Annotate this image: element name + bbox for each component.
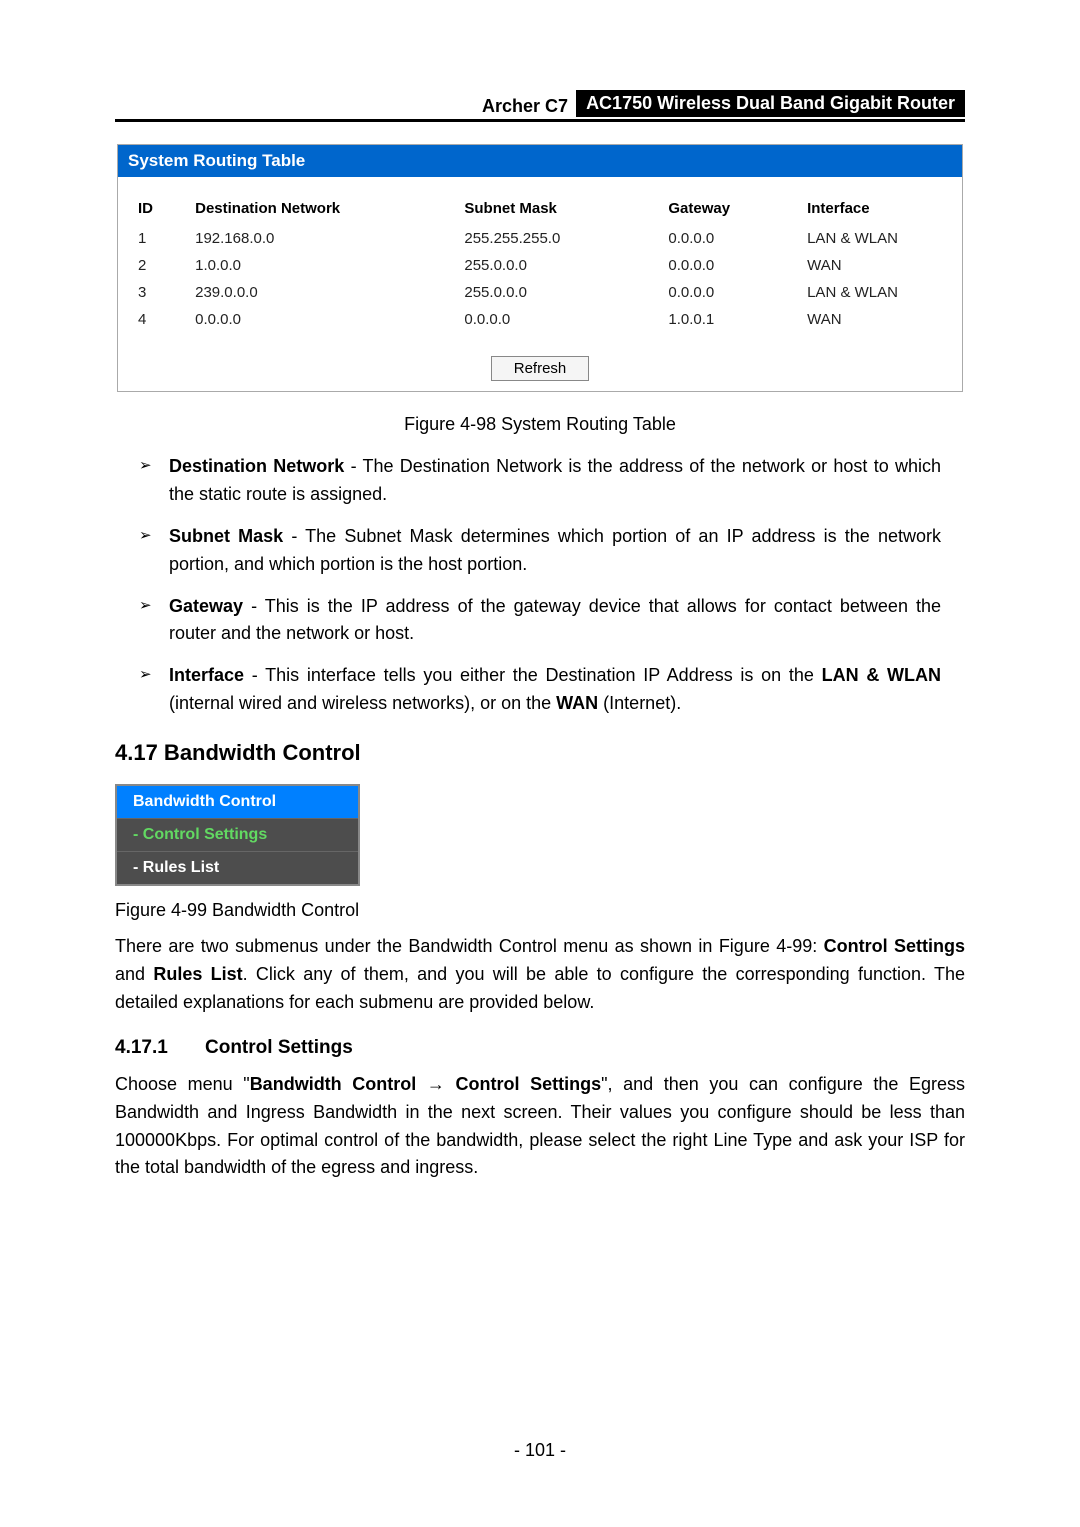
page-number: - 101 - [0, 1440, 1080, 1461]
nav-rules-list[interactable]: - Rules List [117, 852, 358, 884]
list-text: Subnet Mask - The Subnet Mask determines… [169, 523, 941, 579]
cell-mask: 255.0.0.0 [458, 279, 662, 306]
col-interface: Interface [801, 195, 948, 225]
bandwidth-nav-menu: Bandwidth Control - Control Settings - R… [115, 784, 360, 886]
list-text: Interface - This interface tells you eit… [169, 662, 941, 718]
table-row: 4 0.0.0.0 0.0.0.0 1.0.0.1 WAN [132, 306, 948, 333]
table-row: 2 1.0.0.0 255.0.0.0 0.0.0.0 WAN [132, 252, 948, 279]
control-settings-paragraph: Choose menu "Bandwidth Control → Control… [115, 1071, 965, 1183]
table-header-row: ID Destination Network Subnet Mask Gatew… [132, 195, 948, 225]
bullet-icon: ➢ [139, 593, 169, 649]
cell-dest: 0.0.0.0 [189, 306, 458, 333]
nav-head[interactable]: Bandwidth Control [117, 786, 358, 819]
bullet-icon: ➢ [139, 662, 169, 718]
list-text: Destination Network - The Destination Ne… [169, 453, 941, 509]
cell-id: 4 [132, 306, 189, 333]
cell-mask: 255.0.0.0 [458, 252, 662, 279]
col-gateway: Gateway [662, 195, 801, 225]
bullet-icon: ➢ [139, 523, 169, 579]
cell-gw: 1.0.0.1 [662, 306, 801, 333]
model-label: Archer C7 [482, 96, 576, 117]
cell-if: LAN & WLAN [801, 225, 948, 252]
list-item: ➢ Interface - This interface tells you e… [139, 662, 941, 718]
cell-id: 1 [132, 225, 189, 252]
col-mask: Subnet Mask [458, 195, 662, 225]
cell-if: LAN & WLAN [801, 279, 948, 306]
figure-98-caption: Figure 4-98 System Routing Table [115, 414, 965, 435]
figure-99-caption: Figure 4-99 Bandwidth Control [115, 900, 965, 921]
table-row: 1 192.168.0.0 255.255.255.0 0.0.0.0 LAN … [132, 225, 948, 252]
routing-table-panel: System Routing Table ID Destination Netw… [117, 144, 963, 392]
list-item: ➢ Gateway - This is the IP address of th… [139, 593, 941, 649]
router-badge: AC1750 Wireless Dual Band Gigabit Router [576, 90, 965, 117]
cell-mask: 255.255.255.0 [458, 225, 662, 252]
cell-id: 3 [132, 279, 189, 306]
cell-gw: 0.0.0.0 [662, 252, 801, 279]
cell-dest: 239.0.0.0 [189, 279, 458, 306]
section-heading: 4.17 Bandwidth Control [115, 740, 965, 766]
intro-paragraph: There are two submenus under the Bandwid… [115, 933, 965, 1017]
cell-dest: 1.0.0.0 [189, 252, 458, 279]
cell-dest: 192.168.0.0 [189, 225, 458, 252]
subsection-heading: 4.17.1Control Settings [115, 1037, 965, 1059]
cell-id: 2 [132, 252, 189, 279]
col-dest: Destination Network [189, 195, 458, 225]
cell-if: WAN [801, 252, 948, 279]
col-id: ID [132, 195, 189, 225]
cell-mask: 0.0.0.0 [458, 306, 662, 333]
routing-table-title: System Routing Table [118, 145, 962, 177]
page-header: Archer C7 AC1750 Wireless Dual Band Giga… [115, 90, 965, 122]
list-item: ➢ Destination Network - The Destination … [139, 453, 941, 509]
table-row: 3 239.0.0.0 255.0.0.0 0.0.0.0 LAN & WLAN [132, 279, 948, 306]
cell-gw: 0.0.0.0 [662, 225, 801, 252]
cell-if: WAN [801, 306, 948, 333]
definition-list: ➢ Destination Network - The Destination … [139, 453, 941, 718]
list-text: Gateway - This is the IP address of the … [169, 593, 941, 649]
refresh-button[interactable]: Refresh [491, 356, 590, 381]
routing-table: ID Destination Network Subnet Mask Gatew… [132, 195, 948, 333]
nav-control-settings[interactable]: - Control Settings [117, 819, 358, 852]
arrow-icon: → [416, 1074, 455, 1094]
bullet-icon: ➢ [139, 453, 169, 509]
list-item: ➢ Subnet Mask - The Subnet Mask determin… [139, 523, 941, 579]
cell-gw: 0.0.0.0 [662, 279, 801, 306]
